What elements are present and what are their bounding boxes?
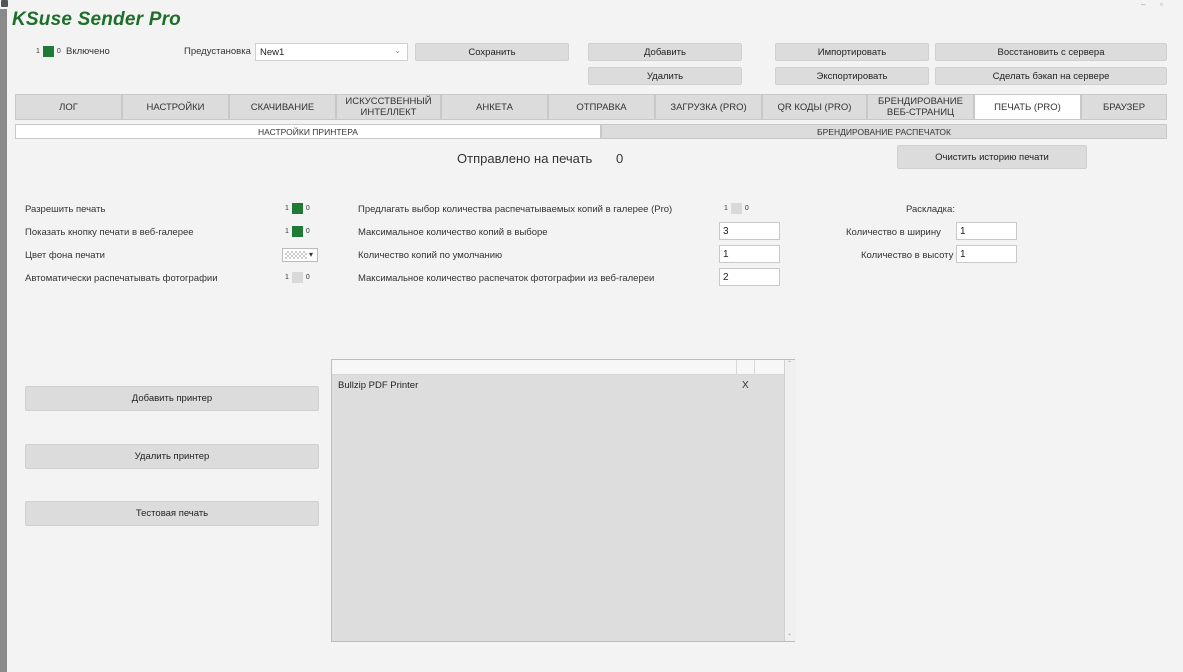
chevron-down-icon: ⌄ xyxy=(394,46,401,55)
max-prints-label: Максимальное количество распечаток фотог… xyxy=(358,273,655,284)
allow-print-toggle[interactable]: 1 0 xyxy=(285,203,310,214)
toggle-on-label: 1 xyxy=(724,205,728,212)
offer-copies-label: Предлагать выбор количества распечатывае… xyxy=(358,204,673,215)
printer-list[interactable]: ⌃ ⌄ Bullzip PDF Printer X xyxy=(331,359,796,642)
width-count-label: Количество в ширину xyxy=(846,227,941,238)
max-copies-input[interactable]: 3 xyxy=(719,222,780,240)
enabled-label: Включено xyxy=(66,46,110,57)
max-prints-input[interactable]: 2 xyxy=(719,268,780,286)
tab-settings[interactable]: НАСТРОЙКИ xyxy=(122,94,229,120)
scrollbar[interactable]: ⌃ ⌄ xyxy=(784,360,796,641)
toggle-knob xyxy=(42,46,54,57)
backup-to-server-button[interactable]: Сделать бэкап на сервере xyxy=(935,67,1167,85)
toggle-on-label: 1 xyxy=(285,228,289,235)
print-bg-color-label: Цвет фона печати xyxy=(25,250,105,261)
printer-name[interactable]: Bullzip PDF Printer xyxy=(338,380,418,391)
test-print-button[interactable]: Тестовая печать xyxy=(25,501,319,526)
tab-survey[interactable]: АНКЕТА xyxy=(441,94,548,120)
remove-printer-button[interactable]: Удалить принтер xyxy=(25,444,319,469)
preset-label: Предустановка xyxy=(184,46,251,57)
toggle-off-label: 0 xyxy=(305,228,310,235)
toggle-off-label: 0 xyxy=(305,274,310,281)
scroll-up-icon[interactable]: ⌃ xyxy=(787,360,792,367)
save-button[interactable]: Сохранить xyxy=(415,43,569,61)
toggle-off-label: 0 xyxy=(744,205,749,212)
delete-preset-button[interactable]: Удалить xyxy=(588,67,742,85)
toggle-on-label: 1 xyxy=(285,205,289,212)
window-titlebar xyxy=(0,0,1183,9)
preset-value: New1 xyxy=(260,46,285,58)
toggle-knob xyxy=(291,226,303,237)
add-preset-button[interactable]: Добавить xyxy=(588,43,742,61)
subtab-printer-settings[interactable]: НАСТРОЙКИ ПРИНТЕРА xyxy=(15,124,601,139)
auto-print-toggle[interactable]: 1 0 xyxy=(285,272,310,283)
height-count-input[interactable]: 1 xyxy=(956,245,1017,263)
minimize-icon[interactable]: – xyxy=(1141,0,1145,9)
toggle-off-label: 0 xyxy=(305,205,310,212)
toggle-off-label: 0 xyxy=(56,48,61,55)
app-icon xyxy=(1,0,8,7)
column-divider xyxy=(754,360,755,374)
toggle-knob xyxy=(730,203,742,214)
toggle-on-label: 1 xyxy=(285,274,289,281)
tab-upload-pro[interactable]: ЗАГРУЗКА (PRO) xyxy=(655,94,762,120)
tab-sending[interactable]: ОТПРАВКА xyxy=(548,94,655,120)
toggle-knob xyxy=(291,272,303,283)
add-printer-button[interactable]: Добавить принтер xyxy=(25,386,319,411)
show-print-button-label: Показать кнопку печати в веб-галерее xyxy=(25,227,194,238)
restore-from-server-button[interactable]: Восстановить с сервера xyxy=(935,43,1167,61)
export-button[interactable]: Экспортировать xyxy=(775,67,929,85)
chevron-down-icon: ▾ xyxy=(309,250,314,259)
tab-log[interactable]: ЛОГ xyxy=(15,94,122,120)
remove-printer-icon[interactable]: X xyxy=(742,380,749,391)
tab-ai[interactable]: ИСКУССТВЕННЫЙ ИНТЕЛЛЕКТ xyxy=(336,94,441,120)
layout-label: Раскладка: xyxy=(906,204,955,215)
left-edge-strip xyxy=(0,9,7,672)
sent-to-print-label: Отправлено на печать xyxy=(457,151,593,166)
tab-web-branding[interactable]: БРЕНДИРОВАНИЕ ВЕБ-СТРАНИЦ xyxy=(867,94,974,120)
show-print-button-toggle[interactable]: 1 0 xyxy=(285,226,310,237)
width-count-input[interactable]: 1 xyxy=(956,222,1017,240)
transparent-swatch xyxy=(285,251,307,259)
tab-browser[interactable]: БРАУЗЕР xyxy=(1081,94,1167,120)
allow-print-label: Разрешить печать xyxy=(25,204,106,215)
auto-print-label: Автоматически распечатывать фотографии xyxy=(25,273,218,284)
default-copies-input[interactable]: 1 xyxy=(719,245,780,263)
import-button[interactable]: Импортировать xyxy=(775,43,929,61)
tab-print-pro[interactable]: ПЕЧАТЬ (PRO) xyxy=(974,94,1081,120)
tab-download[interactable]: СКАЧИВАНИЕ xyxy=(229,94,336,120)
max-copies-label: Максимальное количество копий в выборе xyxy=(358,227,548,238)
subtab-print-branding[interactable]: БРЕНДИРОВАНИЕ РАСПЕЧАТОК xyxy=(601,124,1167,139)
default-copies-label: Количество копий по умолчанию xyxy=(358,250,503,261)
clear-print-history-button[interactable]: Очистить историю печати xyxy=(897,145,1087,169)
tab-qr-pro[interactable]: QR КОДЫ (PRO) xyxy=(762,94,867,120)
maximize-icon[interactable]: ▫ xyxy=(1160,0,1163,9)
enabled-toggle[interactable]: 1 0 xyxy=(36,46,61,57)
sent-to-print-count: 0 xyxy=(616,151,624,166)
column-divider xyxy=(736,360,737,374)
preset-select[interactable]: New1 ⌄ xyxy=(255,43,408,61)
toggle-on-label: 1 xyxy=(36,48,40,55)
toggle-knob xyxy=(291,203,303,214)
height-count-label: Количество в высоту xyxy=(861,250,954,261)
app-title: KSuse Sender Pro xyxy=(12,9,181,30)
print-bg-color-picker[interactable]: ▾ xyxy=(282,248,318,262)
offer-copies-toggle[interactable]: 1 0 xyxy=(724,203,749,214)
printer-list-header xyxy=(332,360,784,375)
scroll-down-icon[interactable]: ⌄ xyxy=(787,630,792,637)
